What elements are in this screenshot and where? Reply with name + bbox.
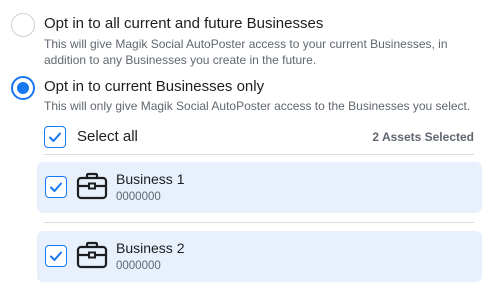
option-all-description: This will give Magik Social AutoPoster a… (44, 37, 448, 67)
option-current-description: This will only give Magik Social AutoPos… (44, 99, 471, 113)
business-1-name: Business 1 (116, 171, 185, 187)
assets-selected-count: 2 Assets Selected (372, 130, 474, 144)
business-2-id: 0000000 (116, 260, 161, 272)
checkmark-icon (50, 251, 62, 261)
checkmark-icon (49, 132, 61, 142)
briefcase-icon (76, 172, 108, 200)
select-all-label: Select all (77, 128, 138, 145)
briefcase-icon (76, 241, 108, 269)
business-2-name: Business 2 (116, 240, 185, 256)
radio-current-businesses[interactable] (11, 76, 35, 100)
business-card-1[interactable]: Business 1 0000000 (37, 162, 482, 213)
business-1-checkbox[interactable] (45, 176, 67, 198)
divider (44, 154, 474, 155)
select-all-checkbox[interactable] (44, 126, 66, 148)
checkmark-icon (50, 182, 62, 192)
radio-all-businesses[interactable] (11, 13, 35, 37)
radio-selected-dot (17, 82, 29, 94)
divider (44, 222, 474, 223)
business-card-2[interactable]: Business 2 0000000 (37, 231, 482, 282)
business-1-id: 0000000 (116, 191, 161, 203)
business-2-checkbox[interactable] (45, 245, 67, 267)
option-all-title: Opt in to all current and future Busines… (44, 15, 324, 32)
option-current-title: Opt in to current Businesses only (44, 78, 265, 95)
